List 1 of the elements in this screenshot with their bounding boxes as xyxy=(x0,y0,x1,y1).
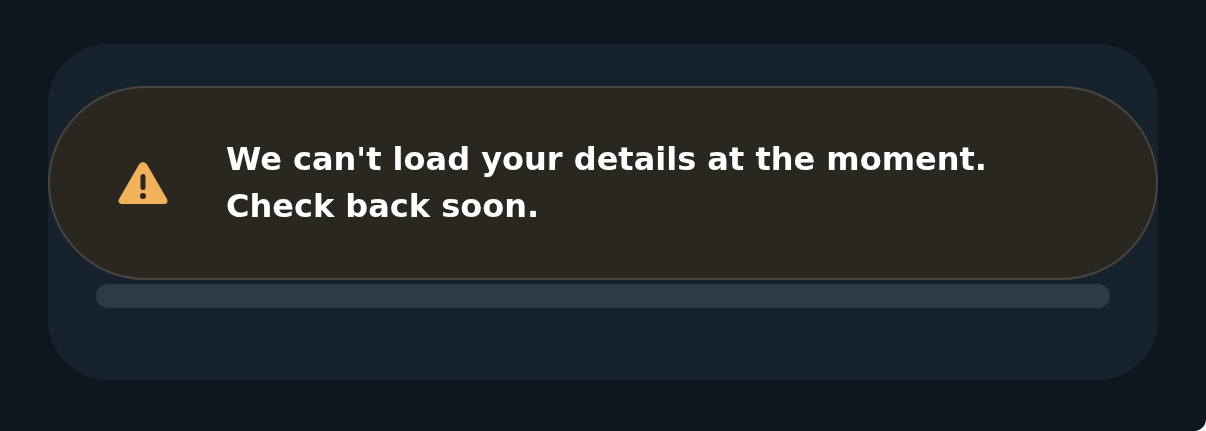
alert-message: We can't load your details at the moment. Check back soon. xyxy=(226,139,988,227)
